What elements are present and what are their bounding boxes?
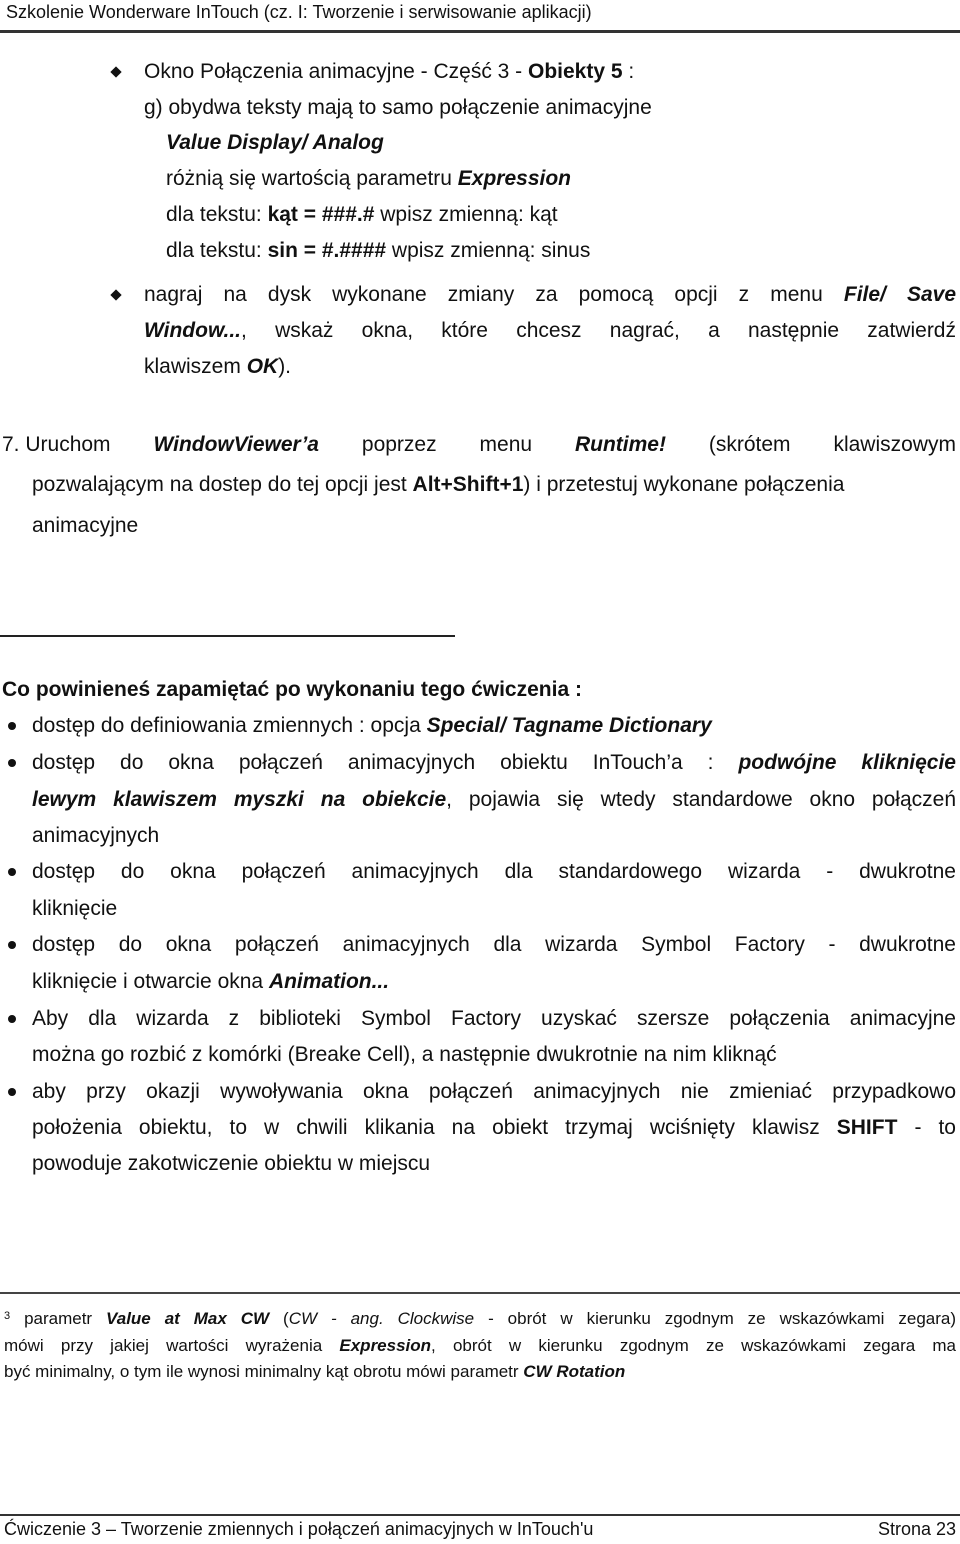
- summary-text: - to: [897, 1116, 956, 1139]
- summary-item-6-line2: położenia obiektu, to w chwili klikania …: [32, 1115, 956, 1141]
- bullet-dot-icon: [8, 722, 16, 730]
- tagname-dictionary-label: Special/ Tagname Dictionary: [426, 714, 712, 737]
- summary-heading-text: Co powinieneś zapamiętać po wykonaniu te…: [2, 678, 582, 701]
- bullet-dot-icon: [8, 868, 16, 876]
- footnote-text: , obrót w kierunku zgodnym ze wskazówkam…: [431, 1336, 956, 1355]
- bullet-item-objects: Okno Połączenia animacyjne - Część 3 - O…: [144, 59, 634, 85]
- animation-window-label: Animation...: [268, 970, 390, 993]
- sub-item-g: g) obydwa teksty mają to samo połączenie…: [144, 96, 652, 119]
- summary-item-5-line2: można go rozbić z komórki (Breake Cell),…: [32, 1043, 777, 1066]
- footnote-param: CW Rotation: [523, 1362, 626, 1381]
- differ-line: różnią się wartością parametru Expressio…: [166, 166, 571, 192]
- step-word: menu: [479, 433, 533, 456]
- summary-item-2-line3: animacyjnych: [32, 824, 160, 847]
- menu-file-save: File/ Save: [843, 283, 957, 306]
- step-number-text: 7.: [2, 433, 20, 456]
- shortcut-key: Alt+Shift+1: [412, 473, 524, 496]
- step-word: Uruchom: [25, 433, 111, 456]
- summary-emphasis: podwójne kliknięcie: [738, 751, 956, 774]
- windowviewer-label: WindowViewer’a: [153, 433, 319, 456]
- summary-item-4-line2: kliknięcie i otwarcie okna Animation...: [32, 969, 389, 995]
- item-emphasis: Obiekty 5: [528, 60, 623, 83]
- diamond-bullet-icon: [110, 66, 122, 78]
- summary-item-3-line1: dostęp do okna połączeń animacyjnych dla…: [32, 860, 956, 883]
- section-divider: [0, 635, 455, 637]
- header-divider: [0, 30, 960, 33]
- item-text: :: [622, 60, 635, 83]
- footnote-divider: [0, 1292, 960, 1294]
- save-text: klawiszem: [144, 355, 247, 378]
- document-header-title: Szkolenie Wonderware InTouch (cz. I: Two…: [6, 2, 592, 22]
- sin-format: sin = #.####: [267, 239, 387, 262]
- sin-format-line: dla tekstu: sin = #.#### wpisz zmienną: …: [166, 238, 590, 264]
- kat-prefix: dla tekstu:: [166, 203, 268, 226]
- sin-suffix: wpisz zmienną: sinus: [386, 239, 591, 262]
- footnote-mark: 3: [4, 1310, 11, 1322]
- summary-text: dostęp do okna połączeń animacyjnych obi…: [32, 751, 739, 774]
- kat-suffix: wpisz zmienną: kąt: [374, 203, 558, 226]
- bullet-dot-icon: [8, 941, 16, 949]
- summary-item-2-line2: lewym klawiszem myszki na obiekcie, poja…: [32, 787, 956, 813]
- link-type-label: Value Display/ Analog: [166, 131, 384, 154]
- sin-prefix: dla tekstu:: [166, 239, 268, 262]
- save-text: nagraj na dysk wykonane zmiany za pomocą…: [144, 283, 844, 306]
- footnote-line3: być minimalny, o tym ile wynosi minimaln…: [4, 1361, 625, 1383]
- kat-format-line: dla tekstu: kąt = ###.# wpisz zmienną: k…: [166, 202, 558, 228]
- step-word: poprzez: [361, 433, 437, 456]
- shift-key: SHIFT: [836, 1116, 898, 1139]
- summary-item-2-line1: dostęp do okna połączeń animacyjnych obi…: [32, 750, 956, 776]
- step-number: 7. Uruchom: [2, 432, 111, 458]
- step-word: klawiszowym: [833, 433, 956, 456]
- footer-chapter-title: Ćwiczenie 3 – Tworzenie zmiennych i połą…: [4, 1519, 594, 1539]
- footnote-param: Expression: [339, 1336, 432, 1355]
- footnote-text: mówi przy jakiej wartości wyrażenia: [4, 1336, 340, 1355]
- footnote-text: być minimalny, o tym ile wynosi minimaln…: [4, 1362, 524, 1381]
- save-text: ).: [278, 355, 292, 378]
- summary-item-3-line2: kliknięcie: [32, 897, 118, 920]
- save-text: , wskaż okna, które chcesz nagrać, a nas…: [241, 319, 956, 342]
- runtime-menu-label: Runtime!: [574, 433, 666, 456]
- diamond-bullet-icon: [110, 289, 122, 301]
- summary-text: dostęp do definiowania zmiennych : opcja: [32, 714, 427, 737]
- summary-text: położenia obiektu, to w chwili klikania …: [32, 1116, 837, 1139]
- page-number: Strona 23: [877, 1519, 956, 1539]
- bullet-dot-icon: [8, 759, 16, 767]
- summary-text: kliknięcie i otwarcie okna: [32, 970, 269, 993]
- summary-item-5-line1: Aby dla wizarda z biblioteki Symbol Fact…: [32, 1007, 956, 1030]
- summary-item-4-line1: dostęp do okna połączeń animacyjnych dla…: [32, 933, 956, 956]
- save-instruction-line3: klawiszem OK).: [144, 354, 291, 380]
- summary-item-6-line1: aby przy okazji wywoływania okna połącze…: [32, 1080, 956, 1103]
- footnote-param: Value at Max CW: [106, 1309, 270, 1328]
- footer-divider: [0, 1514, 960, 1516]
- expression-param: Expression: [457, 167, 572, 190]
- step7-line3: animacyjne: [32, 514, 139, 537]
- menu-window: Window...: [144, 319, 242, 342]
- step-word: (skrótem: [708, 433, 791, 456]
- save-instruction-line2: Window..., wskaż okna, które chcesz nagr…: [144, 318, 956, 344]
- step7-line1: 7. Uruchom WindowViewer’a poprzez menu R…: [2, 432, 956, 458]
- save-instruction-line1: nagraj na dysk wykonane zmiany za pomocą…: [144, 282, 956, 308]
- footnote-text: parametr: [10, 1309, 107, 1328]
- bullet-dot-icon: [8, 1088, 16, 1096]
- footnote-text: ang. Clockwise: [350, 1309, 475, 1328]
- ok-key: OK: [246, 355, 279, 378]
- summary-item-1: dostęp do definiowania zmiennych : opcja…: [32, 713, 712, 739]
- summary-text: , pojawia się wtedy standardowe okno poł…: [446, 788, 956, 811]
- summary-heading: Co powinieneś zapamiętać po wykonaniu te…: [2, 677, 582, 703]
- summary-item-6-line3: powoduje zakotwiczenie obiektu w miejscu: [32, 1152, 431, 1175]
- footnote-text: (: [269, 1309, 289, 1328]
- footnote-text: CW -: [288, 1309, 351, 1328]
- step7-line2: pozwalającym na dostep do tej opcji jest…: [32, 472, 844, 498]
- step-text: pozwalającym na dostep do tej opcji jest: [32, 473, 413, 496]
- differ-text: różnią się wartością parametru: [166, 167, 458, 190]
- kat-format: kąt = ###.#: [267, 203, 375, 226]
- footnote-text: - obrót w kierunku zgodnym ze wskazówkam…: [474, 1309, 957, 1328]
- summary-emphasis: lewym klawiszem myszki na obiekcie: [32, 788, 447, 811]
- footnote-line2: mówi przy jakiej wartości wyrażenia Expr…: [4, 1335, 956, 1357]
- bullet-dot-icon: [8, 1015, 16, 1023]
- item-text: Okno Połączenia animacyjne - Część 3 -: [144, 60, 528, 83]
- footnote-line1: 3 parametr Value at Max CW (CW - ang. Cl…: [4, 1308, 956, 1330]
- step-text: ) i przetestuj wykonane połączenia: [523, 473, 845, 496]
